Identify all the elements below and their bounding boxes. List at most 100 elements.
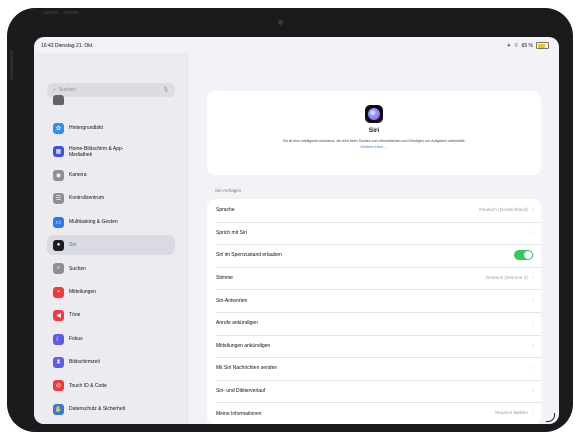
chevron-right-icon: › bbox=[532, 229, 534, 236]
battery-icon bbox=[536, 42, 549, 49]
settings-row[interactable]: Sprich mit Siri › bbox=[207, 221, 541, 245]
chevron-right-icon: › bbox=[532, 275, 534, 282]
more-info-link[interactable]: Weitere Infos … bbox=[207, 145, 541, 149]
focus-icon: ☾ bbox=[53, 333, 64, 345]
settings-row[interactable]: Anrufe ankündigen › bbox=[207, 311, 541, 335]
airplane-icon: ✈ bbox=[506, 42, 511, 49]
sidebar-item-label: Suchen bbox=[69, 265, 86, 272]
row-label: Siri- und Diktierverlauf bbox=[216, 388, 266, 395]
search-placeholder: Suchen bbox=[58, 87, 76, 93]
sidebar-item-label: Siri bbox=[69, 242, 77, 249]
sidebar-item-fokus[interactable]: ☾ Fokus bbox=[47, 329, 175, 349]
front-camera bbox=[278, 20, 283, 25]
multitasking-icon: ▭ bbox=[53, 216, 64, 228]
row-label: Siri im Sperrzustand erlauben bbox=[216, 252, 282, 259]
row-label: Meine Informationen bbox=[216, 410, 262, 417]
sidebar-item-label: Touch ID & Code bbox=[69, 382, 107, 389]
chevron-right-icon: › bbox=[532, 342, 534, 349]
control-center-icon: ☰ bbox=[53, 193, 64, 205]
chevron-right-icon: › bbox=[532, 388, 534, 395]
sidebar-item-suchen[interactable]: ⌕ Suchen bbox=[47, 259, 175, 279]
status-time: 16:43 Dienstag 21. Okt. bbox=[41, 43, 94, 49]
toggle-switch[interactable] bbox=[514, 250, 533, 261]
sidebar-item-partial[interactable] bbox=[47, 95, 175, 105]
settings-row[interactable]: Sprache Deutsch (Deutschland) › bbox=[207, 199, 541, 222]
home-screen-icon: ▦ bbox=[53, 146, 64, 158]
siri-icon: ● bbox=[53, 239, 64, 251]
ipad-frame: 16:43 Dienstag 21. Okt. ✈ ⌔ 65 % ⌕ Suche… bbox=[7, 8, 573, 432]
side-button bbox=[10, 50, 13, 80]
chevron-right-icon: › bbox=[532, 365, 534, 372]
magnifier-icon: ⌕ bbox=[53, 87, 56, 93]
settings-row[interactable]: Mit Siri Nachrichten senden › bbox=[207, 357, 541, 380]
status-bar: 16:43 Dienstag 21. Okt. ✈ ⌔ 65 % bbox=[34, 37, 559, 53]
time-text: 16:43 bbox=[41, 43, 54, 49]
sidebar-item-label: Multitasking & Gesten bbox=[69, 218, 118, 225]
screen: 16:43 Dienstag 21. Okt. ✈ ⌔ 65 % ⌕ Suche… bbox=[34, 37, 559, 424]
sidebar-item-bildschirmzeit[interactable]: ⧗ Bildschirmzeit bbox=[47, 352, 175, 372]
chevron-right-icon: › bbox=[532, 410, 534, 417]
camera-icon: ◉ bbox=[53, 169, 64, 181]
sidebar-item-datenschutz-sicherheit[interactable]: ✋ Datenschutz & Sicherheit bbox=[47, 399, 175, 419]
row-label: Anrufe ankündigen bbox=[216, 320, 258, 327]
search-icon: ⌕ bbox=[53, 263, 64, 275]
header-description: Siri ist eine intelligente Assistenz, di… bbox=[282, 139, 466, 143]
sidebar-item-label: Kontrollzentrum bbox=[69, 195, 105, 202]
row-value: Deutsch (Deutschland) bbox=[479, 207, 528, 213]
top-button bbox=[43, 11, 59, 14]
row-label: Siri-Antworten bbox=[216, 297, 248, 304]
settings-row[interactable]: Stimme Deutsch (Stimme 2) › bbox=[207, 266, 541, 290]
sidebar-item-kamera[interactable]: ◉ Kamera bbox=[47, 165, 175, 185]
row-value: Maurice Ballein bbox=[495, 411, 528, 417]
chevron-right-icon: › bbox=[532, 297, 534, 304]
sidebar-item-label: Bildschirmzeit bbox=[69, 359, 100, 366]
sidebar-item-label: Datenschutz & Sicherheit bbox=[69, 406, 126, 413]
settings-row[interactable]: Siri im Sperrzustand erlauben bbox=[207, 244, 541, 267]
sidebar-item-home-bildschirm-app-mediathek[interactable]: ▦ Home-Bildschirm & App-Mediathek bbox=[47, 142, 175, 162]
chevron-right-icon: › bbox=[532, 207, 534, 214]
siri-settings-pane: Siri Siri ist eine intelligente Assisten… bbox=[187, 53, 559, 424]
siri-orb bbox=[368, 108, 380, 120]
row-value: Deutsch (Stimme 2) bbox=[485, 275, 528, 281]
siri-logo-icon bbox=[365, 105, 383, 123]
row-label: Mitteilungen ankündigen bbox=[216, 342, 271, 349]
settings-row[interactable]: Siri-Antworten › bbox=[207, 289, 541, 312]
row-label: Sprache bbox=[216, 207, 235, 214]
sidebar-item-label: Kamera bbox=[69, 172, 87, 179]
privacy-hand-icon: ✋ bbox=[53, 403, 64, 415]
sidebar: ⌕ Suchen 🎙︎ ✿ Hintergrundbild ▦ Home-Bildsc… bbox=[34, 53, 188, 424]
partial-icon bbox=[53, 95, 64, 105]
wallpaper-icon: ✿ bbox=[53, 122, 64, 134]
status-right: ✈ ⌔ 65 % bbox=[507, 42, 549, 49]
siri-header-card: Siri Siri ist eine intelligente Assisten… bbox=[207, 91, 541, 175]
sounds-icon: ◀ bbox=[53, 310, 64, 322]
sidebar-item-kontrollzentrum[interactable]: ☰ Kontrollzentrum bbox=[47, 189, 175, 209]
chevron-right-icon: › bbox=[532, 320, 534, 327]
sidebar-item-mitteilungen[interactable]: ▪ Mitteilungen bbox=[47, 282, 175, 302]
row-label: Stimme bbox=[216, 275, 233, 282]
row-label: Sprich mit Siri bbox=[216, 229, 247, 236]
battery-percent: 65 % bbox=[521, 42, 533, 49]
sidebar-item-label: Hintergrundbild bbox=[69, 125, 103, 132]
row-label: Mit Siri Nachrichten senden bbox=[216, 365, 278, 372]
settings-row[interactable]: Siri- und Diktierverlauf › bbox=[207, 379, 541, 403]
top-button bbox=[63, 11, 79, 14]
sidebar-item-töne[interactable]: ◀ Töne bbox=[47, 306, 175, 326]
microphone-icon[interactable]: 🎙︎ bbox=[163, 87, 169, 93]
sidebar-item-touch-id-code[interactable]: ◎ Touch ID & Code bbox=[47, 376, 175, 396]
wifi-icon: ⌔ bbox=[513, 42, 519, 49]
settings-group: Sprache Deutsch (Deutschland) › Sprich mit … bbox=[207, 199, 541, 424]
touch-id-icon: ◎ bbox=[53, 380, 64, 392]
date-text: Dienstag 21. Okt. bbox=[54, 43, 94, 49]
sidebar-item-label: Fokus bbox=[69, 335, 83, 342]
sidebar-item-siri[interactable]: ● Siri bbox=[47, 235, 175, 256]
settings-row[interactable]: Meine Informationen Maurice Ballein › bbox=[207, 402, 541, 424]
sidebar-item-label: Mitteilungen bbox=[69, 289, 96, 296]
page-title: Siri bbox=[368, 127, 380, 134]
sidebar-item-hintergrundbild[interactable]: ✿ Hintergrundbild bbox=[47, 118, 175, 138]
settings-row[interactable]: Mitteilungen ankündigen › bbox=[207, 334, 541, 358]
sidebar-item-label: Töne bbox=[69, 312, 81, 319]
sidebar-item-multitasking-gesten[interactable]: ▭ Multitasking & Gesten bbox=[47, 212, 175, 232]
screen-time-icon: ⧗ bbox=[53, 356, 64, 368]
sidebar-item-label: Home-Bildschirm & App-Mediathek bbox=[69, 145, 124, 158]
